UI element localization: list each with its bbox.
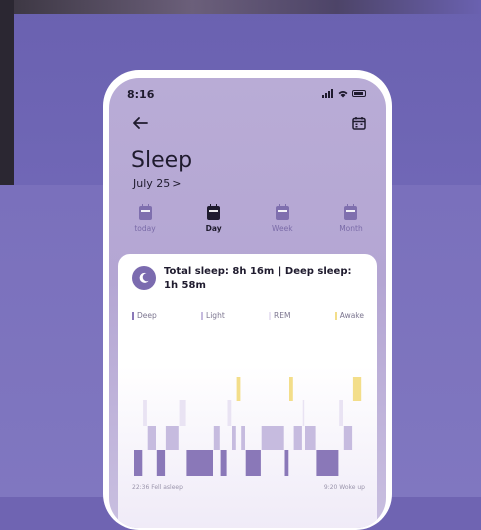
sleep-segment-light [232, 426, 236, 450]
sleep-segment-awake [352, 377, 362, 401]
sleep-segment-rem [302, 400, 305, 426]
calendar-day-icon [207, 204, 221, 220]
calendar-month-icon [344, 204, 358, 220]
phone-frame: 8:16 Sleep July 25 > today Day Week Mont… [103, 70, 392, 530]
sleep-segment-light [213, 426, 220, 450]
sleep-segment-light [293, 426, 302, 450]
sleep-segment-awake [236, 377, 241, 401]
sleep-segment-light [343, 426, 353, 450]
tab-label: today [134, 224, 156, 233]
tab-month[interactable]: Month [325, 204, 377, 233]
period-tabs: today Day Week Month [119, 204, 377, 233]
sleep-segment-rem [143, 400, 147, 426]
phone-screen: 8:16 Sleep July 25 > today Day Week Mont… [109, 78, 386, 528]
status-time: 8:16 [127, 88, 155, 101]
background-photo-edge [0, 0, 481, 14]
signal-icon [322, 89, 334, 98]
sleep-segment-deep [316, 450, 339, 476]
chart-end-label: 9:20 Woke up [323, 484, 365, 491]
sleep-segment-deep [245, 450, 261, 476]
chart-start-label: 22:36 Fell asleep [132, 484, 183, 491]
background-photo-edge-left [0, 0, 14, 185]
tab-week[interactable]: Week [256, 204, 308, 233]
sleep-segment-light [305, 426, 316, 450]
battery-icon [352, 90, 366, 97]
sleep-segment-rem [339, 400, 343, 426]
calendar-icon[interactable] [352, 116, 366, 130]
sleep-segment-deep [156, 450, 166, 476]
wifi-icon [338, 90, 348, 97]
tab-label: Day [205, 224, 222, 233]
tab-day[interactable]: Day [188, 204, 240, 233]
calendar-week-icon [275, 204, 289, 220]
sleep-segment-light [261, 426, 284, 450]
sleep-segment-light [147, 426, 156, 450]
sleep-segment-light [165, 426, 179, 450]
tab-label: Month [339, 224, 363, 233]
sleep-summary-card: Total sleep: 8h 16m | Deep sleep: 1h 58m… [118, 254, 377, 528]
date-label: July 25 [133, 177, 171, 190]
sleep-segment-deep [134, 450, 143, 476]
status-icons [322, 89, 366, 98]
sleep-segment-deep [284, 450, 289, 476]
sleep-segment-deep [186, 450, 213, 476]
sleep-segment-light [241, 426, 245, 450]
sleep-segment-deep [220, 450, 227, 476]
sleep-segment-rem [179, 400, 186, 426]
date-selector[interactable]: July 25 > [133, 177, 182, 190]
sleep-segment-rem [227, 400, 232, 426]
tab-label: Week [272, 224, 293, 233]
arrow-left-icon[interactable] [131, 114, 149, 132]
chevron-right-icon: > [172, 177, 182, 190]
calendar-check-icon [138, 204, 152, 220]
sleep-segment-awake [289, 377, 293, 401]
tab-today[interactable]: today [119, 204, 171, 233]
page-title: Sleep [131, 148, 193, 173]
